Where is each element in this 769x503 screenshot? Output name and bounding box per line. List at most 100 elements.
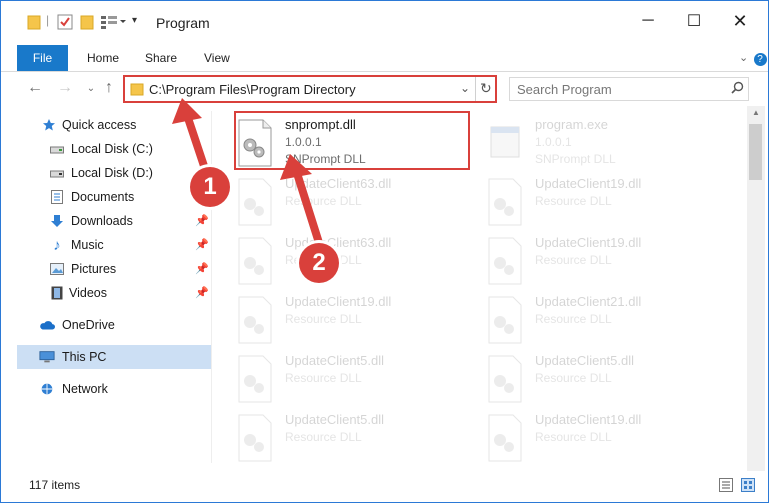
dll-file-icon bbox=[485, 178, 525, 226]
file-item[interactable]: UpdateClient5.dll Resource DLL bbox=[235, 351, 475, 407]
status-bar: 117 items bbox=[1, 474, 768, 496]
sidebar-item-network[interactable]: Network bbox=[17, 377, 211, 401]
tab-home[interactable]: Home bbox=[87, 45, 119, 71]
file-description: Resource DLL bbox=[285, 430, 362, 444]
customize-icon[interactable] bbox=[100, 14, 126, 30]
up-arrow-icon: ↑ bbox=[105, 79, 113, 96]
dll-file-icon bbox=[485, 296, 525, 344]
dll-file-icon bbox=[485, 355, 525, 403]
sidebar-item-this-pc[interactable]: This PC bbox=[17, 345, 211, 369]
file-item[interactable]: UpdateClient5.dll Resource DLL bbox=[235, 410, 475, 466]
cloud-icon bbox=[39, 317, 55, 333]
exe-file-icon bbox=[485, 119, 525, 167]
back-button[interactable]: ← bbox=[25, 78, 45, 98]
tab-view[interactable]: View bbox=[204, 45, 230, 71]
search-input[interactable] bbox=[517, 80, 722, 98]
details-view-icon[interactable] bbox=[719, 478, 733, 495]
annotation-arrow-2 bbox=[280, 154, 324, 250]
annotation-badge-2: 2 bbox=[299, 243, 339, 283]
pin-icon[interactable]: 📌 bbox=[195, 214, 209, 227]
dll-file-icon bbox=[235, 237, 275, 285]
tab-share[interactable]: Share bbox=[145, 45, 177, 71]
maximize-button[interactable]: ☐ bbox=[671, 1, 717, 41]
dll-file-icon bbox=[235, 355, 275, 403]
sidebar-item-downloads[interactable]: Downloads 📌 bbox=[17, 209, 211, 233]
file-name: UpdateClient19.dll bbox=[535, 176, 642, 191]
scrollbar-thumb[interactable] bbox=[749, 124, 762, 180]
tab-file[interactable]: File bbox=[17, 45, 68, 71]
download-icon bbox=[49, 213, 65, 229]
file-description: Resource DLL bbox=[285, 312, 362, 326]
title-bar: | ▾ Program ─ ☐ ✕ bbox=[1, 1, 768, 41]
pin-icon[interactable]: 📌 bbox=[195, 286, 209, 299]
file-description: Resource DLL bbox=[535, 312, 612, 326]
sidebar-item-label: Documents bbox=[71, 190, 135, 204]
file-item[interactable]: UpdateClient19.dll Resource DLL bbox=[485, 174, 725, 230]
pin-icon[interactable]: 📌 bbox=[195, 262, 209, 275]
expand-ribbon-icon[interactable]: ⌄ bbox=[739, 45, 748, 71]
maximize-icon: ☐ bbox=[686, 13, 702, 30]
address-dropdown-icon[interactable]: ⌄ bbox=[460, 81, 470, 95]
sidebar-item-label: OneDrive bbox=[62, 318, 115, 332]
highlight-box bbox=[234, 111, 470, 170]
file-name: UpdateClient19.dll bbox=[535, 412, 642, 427]
file-name: program.exe bbox=[535, 117, 608, 132]
folder-icon bbox=[130, 81, 144, 100]
sidebar-item-videos[interactable]: Videos 📌 bbox=[17, 281, 211, 305]
search-box[interactable] bbox=[509, 77, 749, 101]
file-description: Resource DLL bbox=[285, 371, 362, 385]
qa-dropdown-icon[interactable]: ▾ bbox=[132, 15, 137, 31]
refresh-icon[interactable]: ↻ bbox=[480, 80, 492, 97]
tiles-view-icon[interactable] bbox=[741, 478, 755, 495]
forward-button[interactable]: → bbox=[55, 78, 75, 98]
search-icon[interactable] bbox=[731, 81, 744, 97]
file-name: UpdateClient5.dll bbox=[285, 353, 385, 368]
sidebar-item-music[interactable]: ♪ Music 📌 bbox=[17, 233, 211, 257]
forward-arrow-icon: → bbox=[57, 79, 73, 96]
sidebar-item-label: This PC bbox=[62, 350, 107, 364]
computer-icon bbox=[39, 349, 55, 365]
minimize-icon: ─ bbox=[642, 12, 654, 29]
sidebar-item-label: Local Disk (C:) bbox=[71, 142, 153, 156]
file-description: Resource DLL bbox=[535, 253, 612, 267]
vertical-scrollbar[interactable]: ▲ bbox=[747, 106, 765, 471]
file-item[interactable]: UpdateClient19.dll Resource DLL bbox=[485, 233, 725, 289]
file-item[interactable]: UpdateClient19.dll Resource DLL bbox=[485, 410, 725, 466]
ribbon-tabs: File Home Share View ⌄ ? bbox=[1, 45, 768, 72]
documents-icon bbox=[49, 189, 65, 205]
folder-icon bbox=[27, 14, 41, 30]
star-icon bbox=[41, 117, 57, 133]
sidebar-item-label: Local Disk (D:) bbox=[71, 166, 153, 180]
network-icon bbox=[39, 381, 55, 397]
minimize-button[interactable]: ─ bbox=[625, 1, 671, 41]
up-button[interactable]: ↑ bbox=[99, 78, 119, 98]
sidebar-item-onedrive[interactable]: OneDrive bbox=[17, 313, 211, 337]
help-button[interactable]: ? bbox=[753, 45, 767, 71]
dll-file-icon bbox=[235, 178, 275, 226]
sidebar-item-label: Pictures bbox=[71, 262, 117, 276]
annotation-badge-1: 1 bbox=[190, 167, 230, 207]
file-version: 1.0.0.1 bbox=[535, 135, 572, 149]
recent-locations-button[interactable]: ⌄ bbox=[81, 78, 101, 98]
file-item[interactable]: UpdateClient5.dll Resource DLL bbox=[485, 351, 725, 407]
properties-icon[interactable] bbox=[57, 14, 73, 30]
file-description: Resource DLL bbox=[535, 194, 612, 208]
dll-file-icon bbox=[485, 237, 525, 285]
pin-icon[interactable]: 📌 bbox=[195, 238, 209, 251]
sidebar-item-pictures[interactable]: Pictures 📌 bbox=[17, 257, 211, 281]
close-icon: ✕ bbox=[732, 10, 748, 31]
file-item[interactable]: UpdateClient63.dll Resource DLL bbox=[235, 174, 475, 230]
separator: | bbox=[46, 13, 50, 27]
file-item[interactable]: UpdateClient63.dll Resource DLL bbox=[235, 233, 475, 289]
file-item[interactable]: UpdateClient19.dll Resource DLL bbox=[235, 292, 475, 348]
sidebar-item-label: Downloads bbox=[71, 214, 133, 228]
explorer-window: | ▾ Program ─ ☐ ✕ File Home Share View ⌄… bbox=[0, 0, 769, 503]
file-item[interactable]: program.exe 1.0.0.1 SNPrompt DLL bbox=[485, 115, 725, 171]
sidebar-item-label: Music bbox=[71, 238, 104, 252]
file-item[interactable]: UpdateClient21.dll Resource DLL bbox=[485, 292, 725, 348]
new-folder-icon[interactable] bbox=[80, 14, 94, 30]
scroll-up-icon[interactable]: ▲ bbox=[752, 108, 760, 117]
sidebar-item-label: Videos bbox=[69, 286, 107, 300]
sidebar-item-label: Network bbox=[62, 382, 108, 396]
close-button[interactable]: ✕ bbox=[717, 1, 763, 41]
